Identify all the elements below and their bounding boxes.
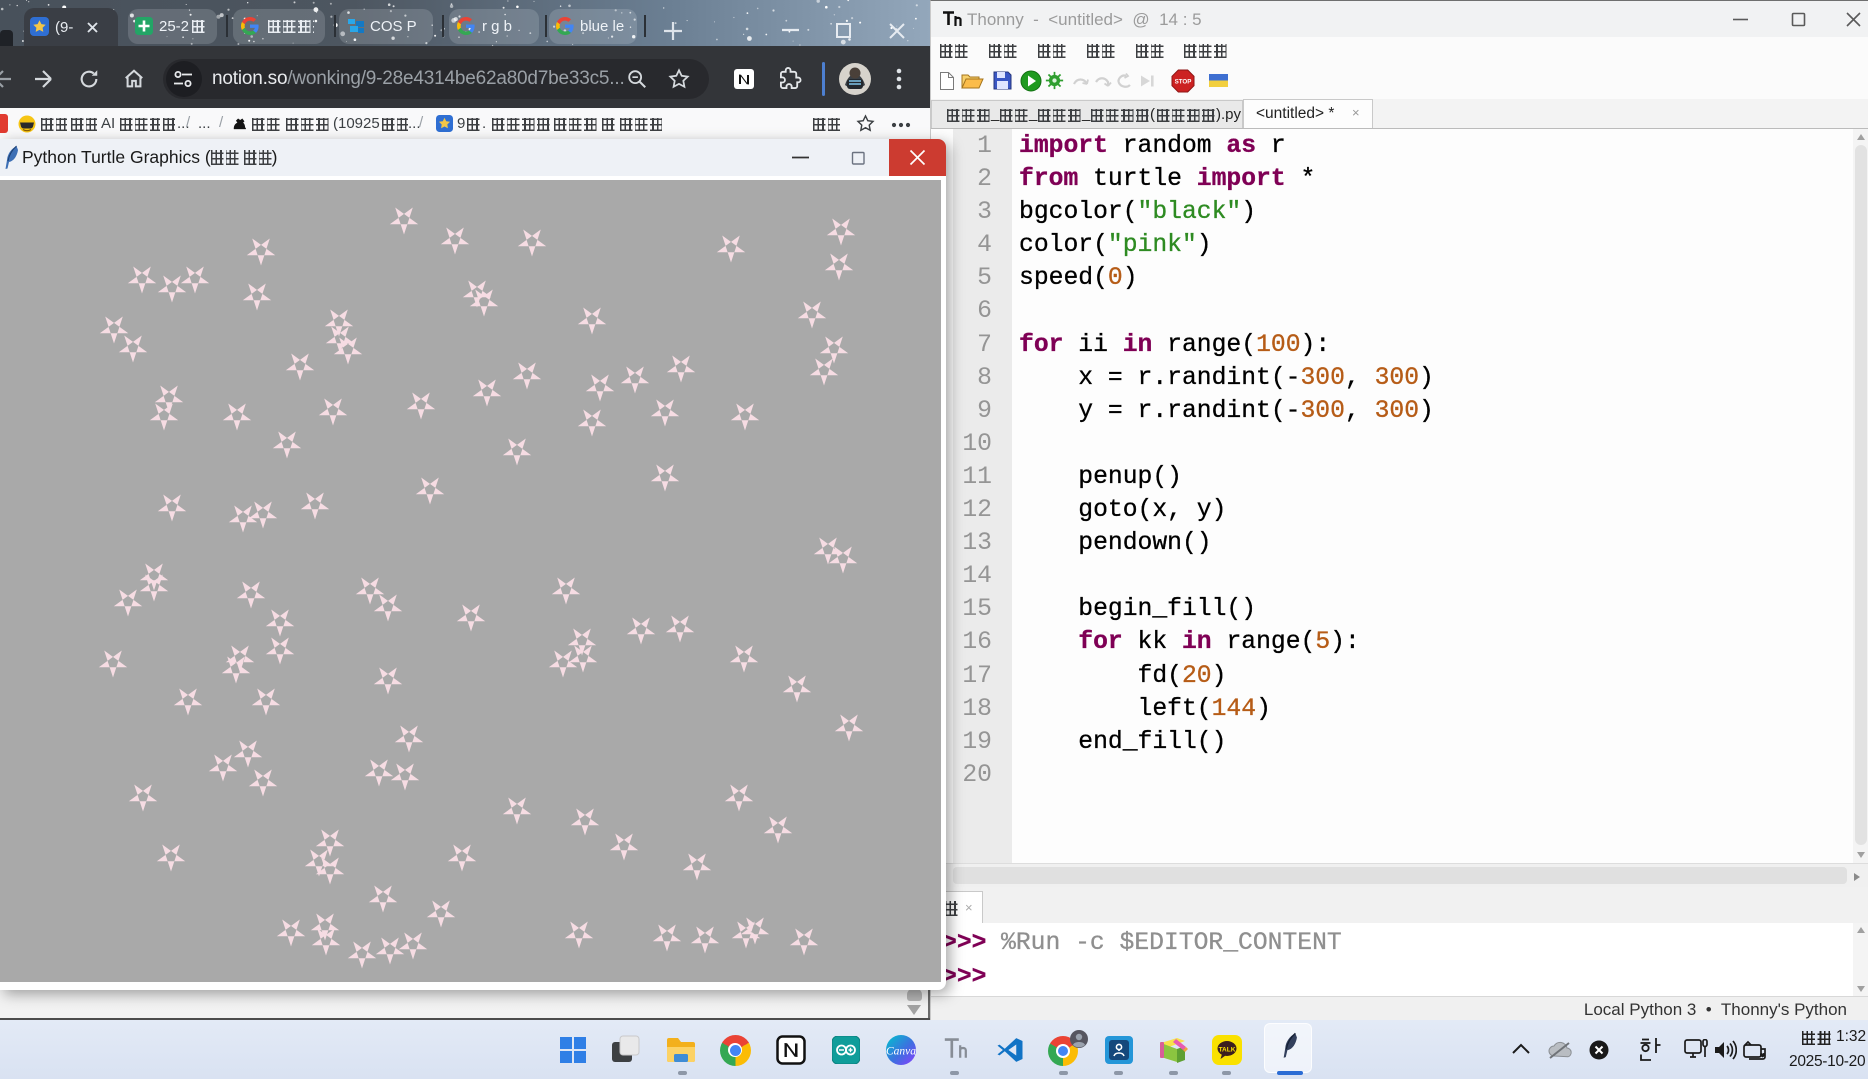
svg-text:TALK: TALK (1219, 1047, 1236, 1054)
svg-text:STOP: STOP (1175, 79, 1192, 86)
svg-text:Canva: Canva (886, 1046, 916, 1058)
